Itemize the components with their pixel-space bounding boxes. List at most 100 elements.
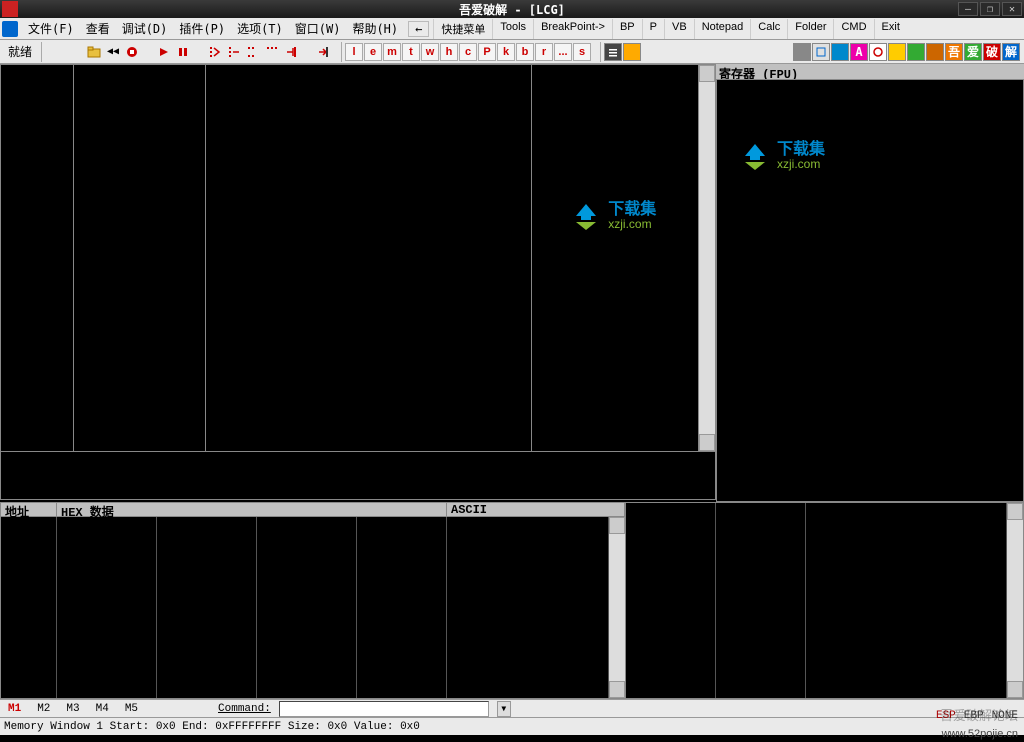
menu-notepad[interactable]: Notepad: [694, 19, 751, 39]
menu-plugins[interactable]: 插件(P): [173, 18, 231, 39]
window-h-button[interactable]: h: [440, 43, 458, 61]
mem-tab-m4[interactable]: M4: [92, 702, 113, 716]
command-label: Command:: [218, 703, 271, 715]
menubar: 文件(F) 查看 调试(D) 插件(P) 选项(T) 窗口(W) 帮助(H) ←…: [0, 18, 1024, 40]
dump-body[interactable]: [0, 517, 626, 699]
statusbar-memory: M1 M2 M3 M4 M5 Command: ▼ ESP EBP NONE: [0, 699, 1024, 717]
plugin-icon-1[interactable]: [604, 43, 622, 61]
registers-pane[interactable]: 下载集xzji.com: [716, 79, 1024, 502]
menu-help[interactable]: 帮助(H): [346, 18, 404, 39]
dump-header: 地址 HEX 数据 ASCII: [0, 502, 626, 517]
tool-wu-icon[interactable]: 吾: [945, 43, 963, 61]
memory-status-text: Memory Window 1 Start: 0x0 End: 0xFFFFFF…: [4, 721, 420, 733]
rewind-icon[interactable]: ◀◀: [104, 43, 122, 61]
statusbar-info: Memory Window 1 Start: 0x0 End: 0xFFFFFF…: [0, 717, 1024, 735]
goto-icon[interactable]: [314, 43, 332, 61]
bottom-panes: 地址 HEX 数据 ASCII: [0, 502, 1024, 699]
tool-icon-3[interactable]: [831, 43, 849, 61]
window-b-button[interactable]: b: [516, 43, 534, 61]
command-dropdown-icon[interactable]: ▼: [497, 701, 511, 717]
tool-icon-4[interactable]: A: [850, 43, 868, 61]
window-t-button[interactable]: t: [402, 43, 420, 61]
window-more-button[interactable]: ...: [554, 43, 572, 61]
cpu-comment-column: 下载集xzji.com: [532, 65, 699, 451]
minimize-button[interactable]: —: [958, 2, 978, 16]
tool-icon-2[interactable]: [812, 43, 830, 61]
tool-icon-7[interactable]: [907, 43, 925, 61]
run-icon[interactable]: [155, 43, 173, 61]
cpu-disassembly-pane[interactable]: 下载集xzji.com: [0, 64, 716, 452]
titlebar: 吾爱破解 - [LCG] — ❐ ✕: [0, 0, 1024, 18]
toolbar: 就绪 ◀◀ l e m t w h c P k b r ... s: [0, 40, 1024, 64]
menu-breakpoint[interactable]: BreakPoint->: [533, 19, 612, 39]
tool-ai-icon[interactable]: 爱: [964, 43, 982, 61]
tool-jie-icon[interactable]: 解: [1002, 43, 1020, 61]
menu-file[interactable]: 文件(F): [22, 18, 80, 39]
mem-tab-m2[interactable]: M2: [33, 702, 54, 716]
dump-ascii-header[interactable]: ASCII: [447, 503, 625, 516]
menu-calc[interactable]: Calc: [750, 19, 787, 39]
watermark-forum: 吾爱破解论坛: [940, 705, 1018, 724]
dump-scrollbar[interactable]: [609, 517, 625, 698]
menu-tools[interactable]: Tools: [492, 19, 533, 39]
window-k-button[interactable]: k: [497, 43, 515, 61]
registers-header[interactable]: 寄存器 (FPU): [716, 64, 1024, 79]
tool-icon-8[interactable]: [926, 43, 944, 61]
window-p-button[interactable]: P: [478, 43, 496, 61]
watermark-url: www.52pojie.cn: [942, 728, 1018, 740]
dump-addr-header[interactable]: 地址: [1, 503, 57, 516]
dump-pane[interactable]: 地址 HEX 数据 ASCII: [0, 502, 626, 699]
window-m-button[interactable]: m: [383, 43, 401, 61]
watermark-1: 下载集xzji.com: [570, 200, 656, 232]
open-icon[interactable]: [85, 43, 103, 61]
workarea: 下载集xzji.com 寄存器 (FPU) 下载集xzji.com: [0, 64, 1024, 502]
maximize-button[interactable]: ❐: [980, 2, 1000, 16]
command-input[interactable]: [279, 701, 489, 717]
cpu-info-pane[interactable]: [0, 452, 716, 500]
tool-po-icon[interactable]: 破: [983, 43, 1001, 61]
watermark-2: 下载集xzji.com: [739, 140, 825, 172]
mem-tab-m5[interactable]: M5: [121, 702, 142, 716]
cpu-scrollbar[interactable]: [699, 65, 715, 451]
window-s-button[interactable]: s: [573, 43, 591, 61]
menu-debug[interactable]: 调试(D): [116, 18, 174, 39]
child-window-icon[interactable]: [2, 21, 18, 37]
window-l-button[interactable]: l: [345, 43, 363, 61]
execute-till-return-icon[interactable]: [282, 43, 300, 61]
stack-pane[interactable]: [626, 502, 1024, 699]
status-label: 就绪: [2, 43, 38, 60]
menu-bp[interactable]: BP: [612, 19, 642, 39]
mem-tab-m1[interactable]: M1: [4, 702, 25, 716]
menu-options[interactable]: 选项(T): [231, 18, 289, 39]
window-w-button[interactable]: w: [421, 43, 439, 61]
menu-back-arrow[interactable]: ←: [408, 21, 429, 37]
menu-quickmenu[interactable]: 快捷菜单: [433, 19, 492, 39]
window-r-button[interactable]: r: [535, 43, 553, 61]
step-into-icon[interactable]: [206, 43, 224, 61]
menu-p[interactable]: P: [642, 19, 664, 39]
trace-into-icon[interactable]: [244, 43, 262, 61]
cpu-bytes-column: [74, 65, 206, 451]
menu-cmd[interactable]: CMD: [833, 19, 873, 39]
cpu-disasm-column: [206, 65, 533, 451]
app-icon: [2, 1, 18, 17]
stop-icon[interactable]: [123, 43, 141, 61]
menu-window[interactable]: 窗口(W): [289, 18, 347, 39]
tool-icon-1[interactable]: [793, 43, 811, 61]
close-button[interactable]: ✕: [1002, 2, 1022, 16]
plugin-icon-2[interactable]: [623, 43, 641, 61]
step-over-icon[interactable]: [225, 43, 243, 61]
menu-view[interactable]: 查看: [80, 18, 116, 39]
tool-icon-5[interactable]: [869, 43, 887, 61]
dump-hex-header[interactable]: HEX 数据: [57, 503, 447, 516]
pause-icon[interactable]: [174, 43, 192, 61]
menu-exit[interactable]: Exit: [874, 19, 907, 39]
mem-tab-m3[interactable]: M3: [62, 702, 83, 716]
menu-folder[interactable]: Folder: [787, 19, 833, 39]
stack-scrollbar[interactable]: [1007, 503, 1023, 698]
window-e-button[interactable]: e: [364, 43, 382, 61]
trace-over-icon[interactable]: [263, 43, 281, 61]
tool-icon-6[interactable]: [888, 43, 906, 61]
window-c-button[interactable]: c: [459, 43, 477, 61]
menu-vb[interactable]: VB: [664, 19, 694, 39]
